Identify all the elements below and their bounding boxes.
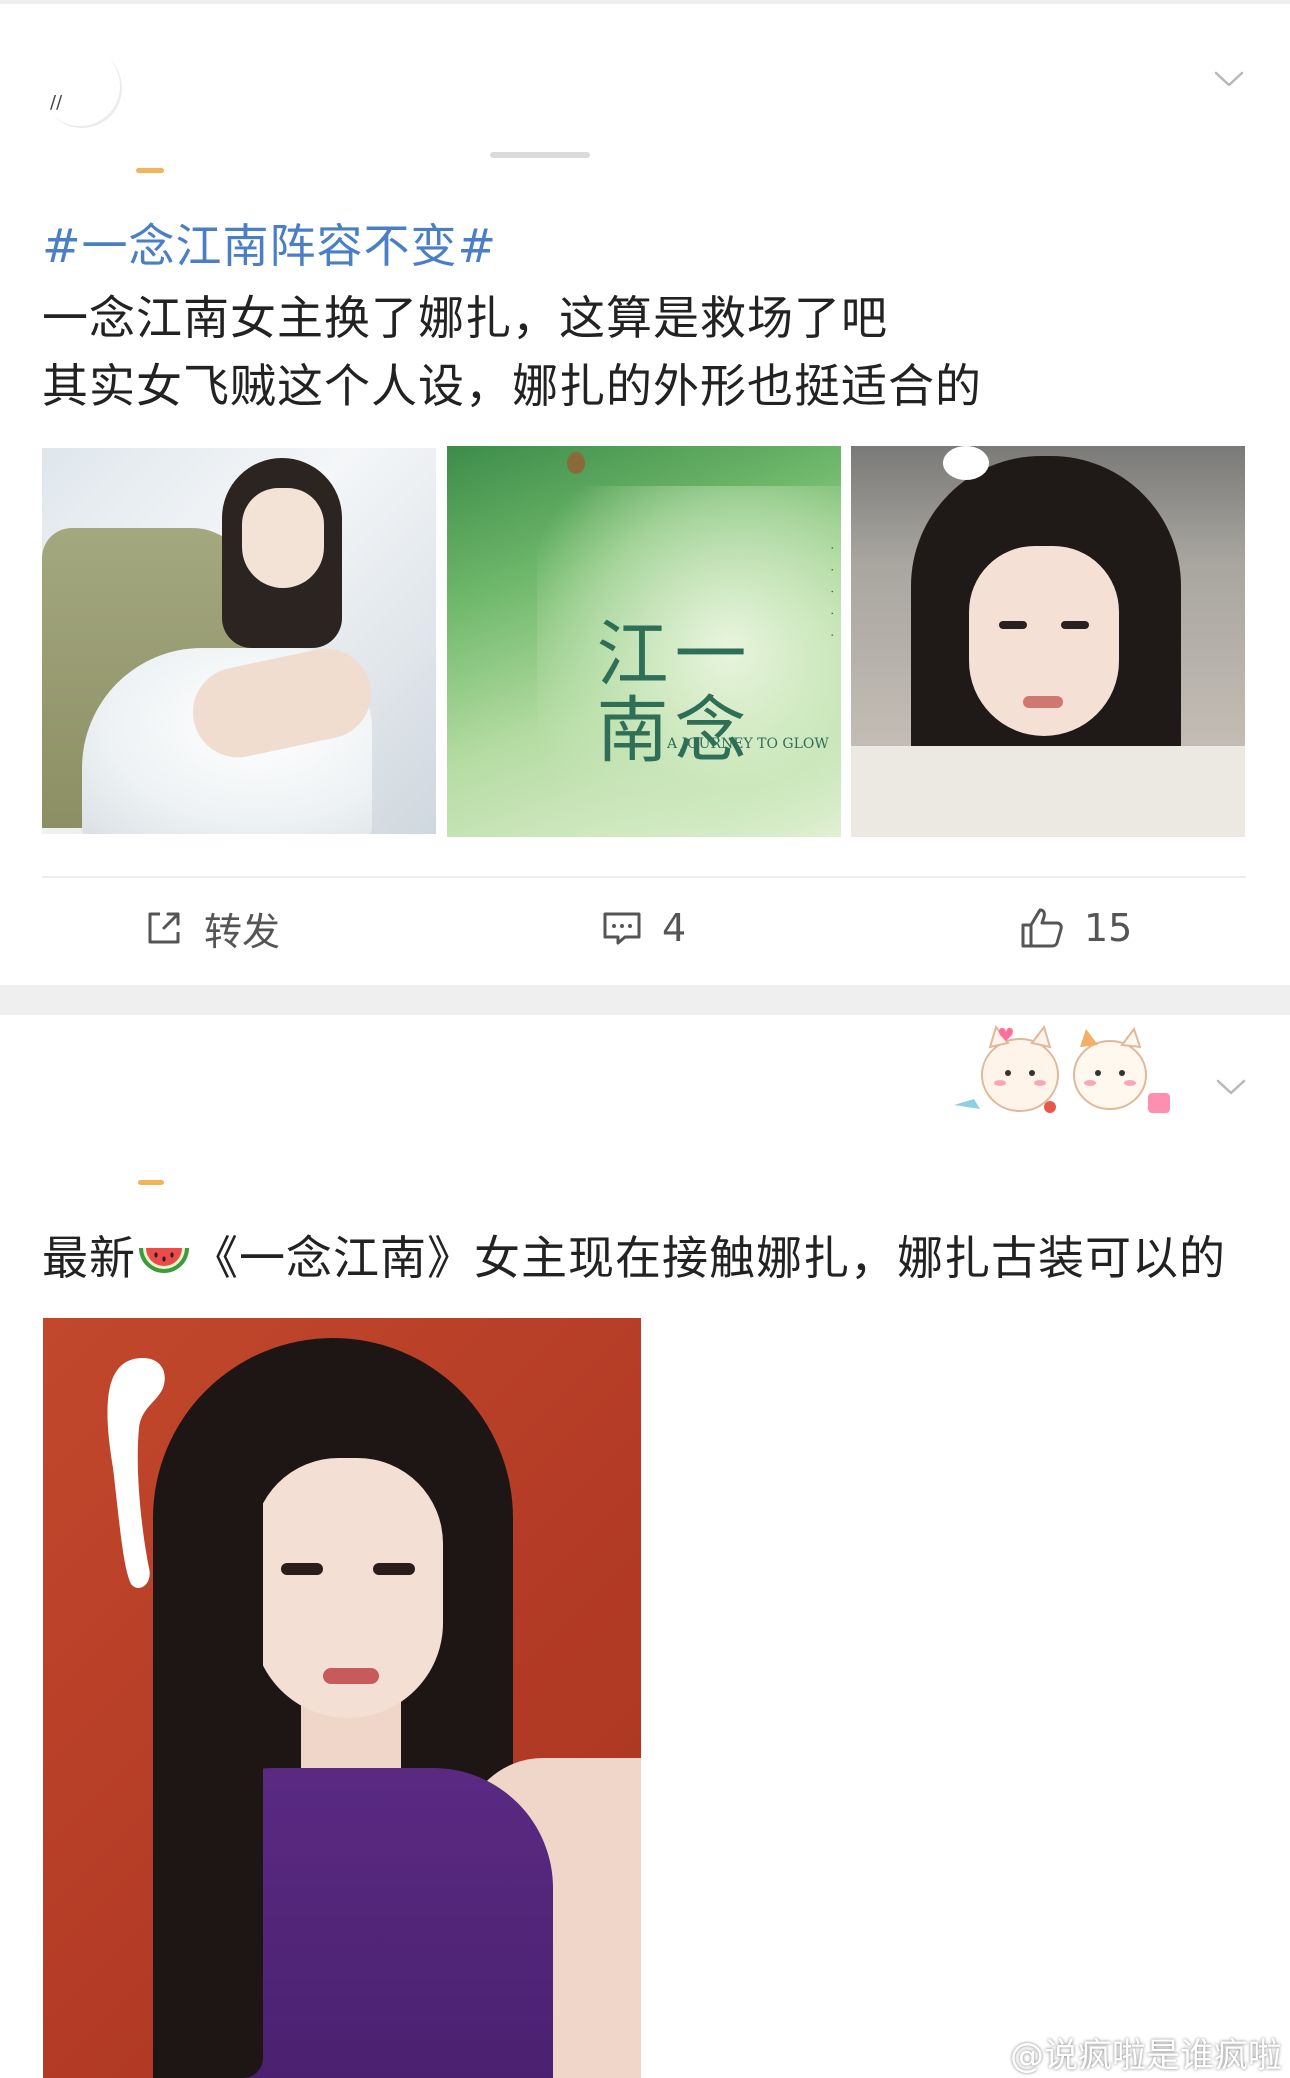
- comment-icon: [603, 912, 641, 945]
- meta-redacted: [490, 152, 590, 158]
- bird-shape: [567, 452, 585, 474]
- watermelon-emoji-icon: [139, 1248, 189, 1273]
- avatar-mark: //: [50, 92, 63, 113]
- eye-shape: [281, 1563, 323, 1575]
- weibo-logo-icon: [959, 2039, 1002, 2070]
- lips-shape: [323, 1668, 379, 1684]
- repost-label: 转发: [204, 909, 281, 954]
- poster-title: 一念江南: [584, 616, 746, 768]
- poster-subtitle: A JOURNEY TO GLOW: [667, 736, 829, 752]
- white-scribble-mark: [107, 1358, 165, 1589]
- post-image-1[interactable]: [42, 448, 436, 834]
- action-divider: [42, 876, 1246, 878]
- avatar[interactable]: //: [42, 48, 122, 128]
- avatar[interactable]: [42, 1090, 122, 1170]
- lips-shape: [1023, 696, 1063, 708]
- chevron-down-icon[interactable]: [1212, 62, 1246, 96]
- eye-shape: [373, 1563, 415, 1575]
- robe-shape: [851, 746, 1245, 837]
- eye-shape: [1061, 621, 1089, 629]
- watermark-text: @说疯啦是谁疯啦: [1010, 2036, 1282, 2076]
- hair-strand-shape: [163, 1478, 263, 2078]
- post-image-3[interactable]: [851, 446, 1245, 837]
- weibo-watermark: @说疯啦是谁疯啦: [958, 2028, 1282, 2077]
- post-text-line: 其实女飞贼这个人设，娜扎的外形也挺适合的: [42, 359, 982, 413]
- post-image-single[interactable]: [43, 1318, 641, 2078]
- username-redacted: [138, 1180, 164, 1185]
- post-text-line: 一念江南女主换了娜扎，这算是救场了吧: [42, 291, 888, 345]
- comment-button[interactable]: 4: [600, 900, 686, 956]
- post-text-prefix: 最新: [42, 1231, 136, 1285]
- cat-sticker-icon: [954, 1024, 1170, 1113]
- like-button[interactable]: 15: [1018, 900, 1132, 956]
- eye-shape: [999, 621, 1027, 629]
- topic-hashtag[interactable]: #一念江南阵容不变#: [42, 210, 497, 276]
- hair-bow-shape: [943, 446, 989, 480]
- comment-count: 4: [662, 906, 687, 950]
- chevron-down-icon[interactable]: [1214, 1070, 1248, 1104]
- thumbs-up-icon: [1021, 908, 1063, 948]
- share-icon: [148, 912, 180, 944]
- face-shape: [242, 488, 324, 588]
- repost-button[interactable]: 转发: [142, 900, 280, 956]
- username-redacted: [136, 168, 164, 173]
- like-count: 15: [1084, 906, 1133, 950]
- poster-vertical-text-decoration: ·····: [825, 546, 839, 656]
- post-text: 最新 《一念江南》女主现在接触娜扎，娜扎古装可以的: [42, 1222, 1226, 1288]
- post-image-2[interactable]: 一念江南 A JOURNEY TO GLOW ·····: [447, 446, 841, 837]
- post-separator: [0, 985, 1290, 1015]
- post-text-main: 《一念江南》女主现在接触娜扎，娜扎古装可以的: [192, 1231, 1226, 1285]
